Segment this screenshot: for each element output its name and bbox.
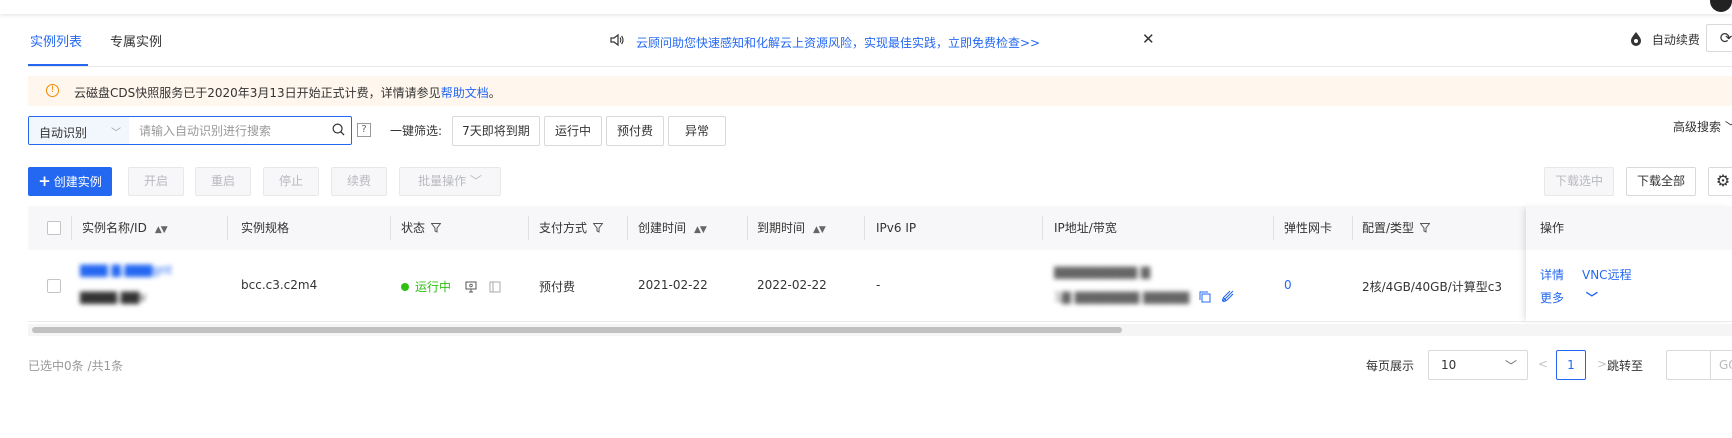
chevron-down-icon: ﹀	[1504, 359, 1517, 373]
download-all-button[interactable]: 下载全部	[1626, 167, 1696, 196]
copy-icon[interactable]	[1199, 291, 1211, 303]
col-config[interactable]: 配置/类型	[1362, 206, 1431, 250]
renew-icon	[1631, 32, 1641, 46]
start-button[interactable]: 开启	[128, 167, 184, 196]
col-created[interactable]: 创建时间 ▲▼	[638, 206, 707, 250]
speaker-icon	[610, 33, 624, 51]
select-all-checkbox[interactable]	[47, 221, 61, 235]
jump-to-label: 跳转至	[1607, 359, 1644, 373]
stop-button[interactable]: 停止	[263, 167, 319, 196]
advanced-search-toggle[interactable]: 高级搜索 ﹀	[1673, 118, 1732, 135]
status-badge: 运行中	[401, 278, 501, 295]
instance-spec: bcc.c3.c2m4	[241, 278, 318, 292]
bandwidth-adjust-icon[interactable]	[1221, 289, 1235, 303]
scrollbar-thumb[interactable]	[32, 327, 1122, 333]
filter-icon[interactable]	[593, 223, 604, 233]
tab-divider	[28, 66, 1732, 67]
col-name-id[interactable]: 实例名称/ID ▲▼	[82, 206, 168, 250]
gear-icon: ⚙	[1715, 171, 1731, 190]
internal-ip: ▇▇▇▇▇▇▇▇▇ ▇	[1054, 265, 1151, 279]
snapshot-billing-alert: ! 云磁盘CDS快照服务已于2020年3月13日开始正式计费，详情请参见帮助文档…	[28, 76, 1732, 106]
refresh-icon: ⟳	[1719, 29, 1732, 47]
search-group: 自动识别 ﹀	[28, 116, 352, 145]
col-eni: 弹性网卡	[1284, 221, 1333, 235]
col-ip-bandwidth: IP地址/带宽	[1054, 221, 1117, 235]
batch-operations-button[interactable]: 批量操作 ﹀	[399, 167, 501, 196]
filter-running[interactable]: 运行中	[544, 116, 602, 146]
prev-page-button[interactable]: <	[1538, 357, 1548, 371]
quick-filter-label: 一键筛选:	[390, 124, 443, 138]
chevron-down-icon: ﹀	[111, 128, 121, 139]
table-scrollbar[interactable]	[28, 324, 1732, 336]
ipv6-ip: -	[876, 278, 881, 292]
col-status[interactable]: 状态	[401, 206, 442, 250]
public-ip: 1▇ ▇▇▇▇▇▇▇ ▇▇▇▇▇	[1054, 290, 1190, 304]
per-page-select[interactable]: 10 ﹀	[1428, 350, 1528, 380]
tab-instance-list[interactable]: 实例列表	[30, 31, 82, 50]
warning-icon: !	[46, 84, 59, 97]
create-instance-button[interactable]: + 创建实例	[28, 167, 112, 196]
notice-text[interactable]: 云顾问助您快速感知和化解云上资源风险，实现最佳实践，立即免费检查>>	[636, 34, 1040, 51]
status-dot	[401, 283, 409, 291]
renew-button[interactable]: 续费	[331, 167, 387, 196]
created-time: 2021-02-22	[638, 278, 708, 292]
refresh-button[interactable]: ⟳	[1706, 24, 1732, 52]
monitor-icon[interactable]	[465, 281, 477, 293]
filter-expiring-7days[interactable]: 7天即将到期	[452, 116, 540, 146]
search-input[interactable]	[131, 117, 325, 144]
col-expires[interactable]: 到期时间 ▲▼	[757, 206, 826, 250]
col-ipv6: IPv6 IP	[876, 221, 917, 235]
go-button[interactable]: GO	[1710, 350, 1732, 380]
close-icon[interactable]: ✕	[1142, 30, 1155, 48]
table-row: ▇▇▇ ▇.▇▇▇gnt ▇▇▇▇.▇▇v bcc.c3.c2m4 运行中 预付…	[28, 250, 1732, 322]
instance-id: ▇▇▇▇.▇▇v	[80, 290, 147, 304]
user-avatar[interactable]	[1710, 0, 1732, 12]
sort-icon[interactable]: ▲▼	[694, 225, 707, 235]
alert-text: 云磁盘CDS快照服务已于2020年3月13日开始正式计费，详情请参见帮助文档。	[74, 86, 501, 100]
per-page-label: 每页展示	[1366, 359, 1415, 373]
chevron-down-icon: ﹀	[1725, 120, 1732, 134]
search-icon[interactable]	[332, 123, 345, 136]
row-checkbox[interactable]	[47, 279, 61, 293]
tab-dedicated-instances[interactable]: 专属实例	[110, 31, 162, 50]
table-header: 实例名称/ID ▲▼ 实例规格 状态 支付方式 创建时间 ▲▼ 到期时间 ▲▼ IPv…	[28, 206, 1732, 250]
restart-button[interactable]: 重启	[195, 167, 251, 196]
config-type: 2核/4GB/40GB/计算型c3	[1362, 280, 1502, 294]
eni-count-link[interactable]: 0	[1284, 278, 1292, 292]
col-spec: 实例规格	[241, 221, 290, 235]
selection-summary: 已选中0条 /共1条	[28, 359, 124, 373]
top-bar	[0, 0, 1732, 14]
jump-page-input[interactable]	[1666, 350, 1710, 380]
payment-method: 预付费	[539, 280, 576, 294]
chevron-down-icon: ﹀	[469, 174, 482, 188]
filter-icon[interactable]	[431, 223, 442, 233]
search-help-icon[interactable]: ?	[357, 123, 371, 137]
filter-icon[interactable]	[1420, 223, 1431, 233]
col-payment[interactable]: 支付方式	[539, 206, 604, 250]
fixed-column-shadow	[1526, 206, 1732, 322]
current-page-button[interactable]: 1	[1556, 350, 1586, 380]
instance-name-link[interactable]: ▇▇▇ ▇.▇▇▇gnt	[80, 263, 172, 277]
plus-icon: +	[38, 172, 51, 190]
auto-renew-link[interactable]: 自动续费	[1630, 31, 1700, 48]
auto-renew-label: 自动续费	[1651, 33, 1700, 47]
sort-icon[interactable]: ▲▼	[155, 225, 168, 235]
expire-time: 2022-02-22	[757, 278, 827, 292]
download-selected-button[interactable]: 下载选中	[1544, 167, 1614, 196]
next-page-button[interactable]: >	[1597, 357, 1607, 371]
help-doc-link[interactable]: 帮助文档	[441, 86, 489, 100]
column-settings-button[interactable]: ⚙	[1708, 167, 1732, 196]
search-type-select[interactable]: 自动识别 ﹀	[29, 117, 129, 144]
filter-abnormal[interactable]: 异常	[668, 116, 726, 146]
sort-icon[interactable]: ▲▼	[813, 225, 826, 235]
filter-prepaid[interactable]: 预付费	[606, 116, 664, 146]
dashboard-icon[interactable]	[489, 281, 501, 293]
public-ip-line: 1▇ ▇▇▇▇▇▇▇ ▇▇▇▇▇	[1054, 289, 1235, 304]
